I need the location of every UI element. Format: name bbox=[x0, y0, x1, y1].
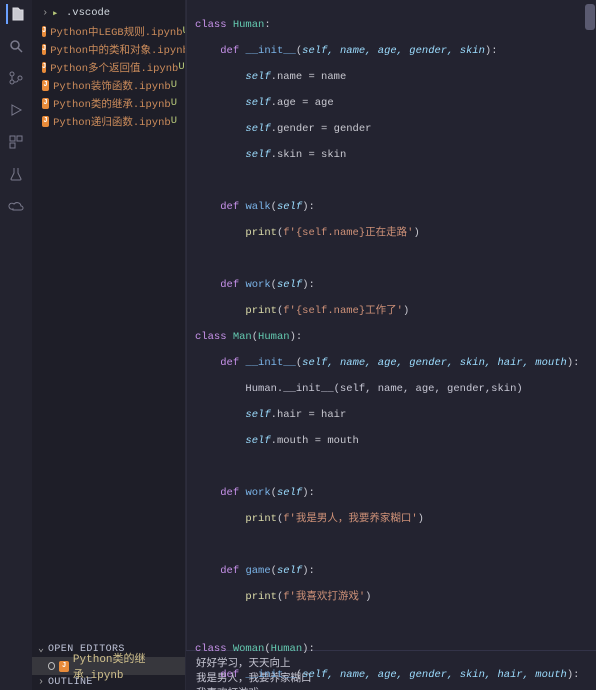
file-row[interactable]: J Python中LEGB规则.ipynbU bbox=[32, 22, 185, 40]
run-debug-icon[interactable] bbox=[6, 100, 26, 120]
jupyter-icon: J bbox=[42, 80, 49, 91]
folder-row[interactable]: › ▸ .vscode bbox=[32, 4, 185, 22]
file-name: Python装饰函数.ipynb bbox=[53, 78, 171, 93]
source-control-icon[interactable] bbox=[6, 68, 26, 88]
jupyter-icon: J bbox=[42, 98, 49, 109]
folder-name: .vscode bbox=[66, 7, 110, 19]
extensions-icon[interactable] bbox=[6, 132, 26, 152]
explorer-sidebar: › ▸ .vscode JPython中LEGB规则.ipynbU JPytho… bbox=[32, 0, 186, 690]
file-row[interactable]: J Python装饰函数.ipynbU bbox=[32, 76, 185, 94]
file-row[interactable]: J Python递归函数.ipynbU bbox=[32, 112, 185, 130]
jupyter-icon: J bbox=[42, 116, 49, 127]
git-status: U bbox=[178, 61, 185, 73]
scrollbar-thumb[interactable] bbox=[585, 4, 595, 30]
section-label: OUTLINE bbox=[48, 677, 93, 688]
jupyter-icon: J bbox=[59, 661, 69, 672]
outline-header[interactable]: ›OUTLINE bbox=[32, 675, 185, 690]
chevron-down-icon: ⌄ bbox=[38, 643, 48, 655]
open-editor-row[interactable]: JPython类的继承.ipynb bbox=[32, 657, 185, 675]
git-status: U bbox=[171, 97, 181, 109]
git-status: U bbox=[171, 115, 181, 127]
activity-bar bbox=[0, 0, 32, 690]
git-status: U bbox=[183, 25, 185, 37]
jupyter-icon: J bbox=[42, 44, 46, 55]
chevron-right-icon: › bbox=[42, 7, 50, 19]
file-name: Python中的类和对象.ipynb bbox=[50, 42, 185, 57]
files-icon[interactable] bbox=[6, 4, 26, 24]
file-tree: › ▸ .vscode JPython中LEGB规则.ipynbU JPytho… bbox=[32, 0, 185, 134]
code-editor[interactable]: class Human: def __init__(self, name, ag… bbox=[187, 0, 596, 650]
dirty-indicator-icon bbox=[48, 662, 55, 670]
vertical-scrollbar[interactable] bbox=[584, 0, 596, 690]
file-row[interactable]: J Python类的继承.ipynbU bbox=[32, 94, 185, 112]
file-name: Python多个返回值.ipynb bbox=[50, 60, 178, 75]
file-name: Python中LEGB规则.ipynb bbox=[50, 24, 182, 39]
file-row[interactable]: J Python多个返回值.ipynbU bbox=[32, 58, 185, 76]
jupyter-icon: J bbox=[42, 26, 46, 37]
editor-pane: class Human: def __init__(self, name, ag… bbox=[186, 0, 596, 690]
folder-icon: ▸ bbox=[52, 7, 62, 20]
beaker-icon[interactable] bbox=[6, 164, 26, 184]
search-icon[interactable] bbox=[6, 36, 26, 56]
jupyter-icon: J bbox=[42, 62, 46, 73]
chevron-right-icon: › bbox=[38, 677, 48, 688]
git-status: U bbox=[171, 79, 181, 91]
file-name: Python类的继承.ipynb bbox=[53, 96, 171, 111]
file-name: Python递归函数.ipynb bbox=[53, 114, 171, 129]
cloud-icon[interactable] bbox=[6, 196, 26, 216]
file-row[interactable]: JPython中的类和对象.ipynbU bbox=[32, 40, 185, 58]
